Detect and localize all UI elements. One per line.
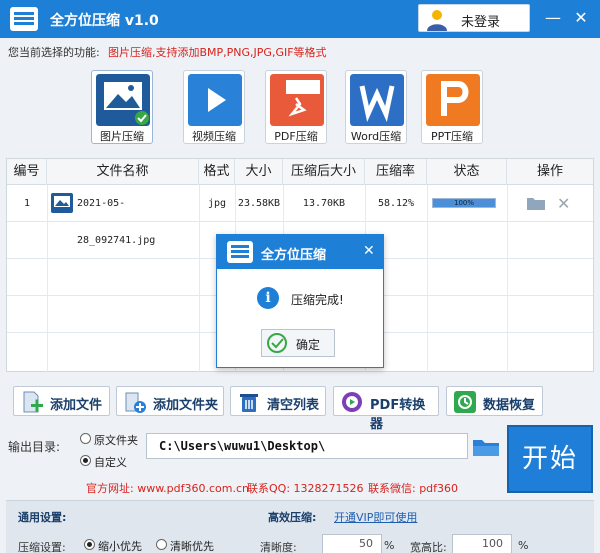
aspect-input[interactable]: 100 bbox=[452, 534, 512, 553]
header-index: 编号 bbox=[7, 159, 47, 185]
word-file-icon bbox=[350, 74, 404, 126]
delete-icon[interactable]: ✕ bbox=[557, 185, 570, 222]
radio-clarity-first[interactable] bbox=[156, 539, 167, 550]
add-folder-button[interactable]: 添加文件夹 bbox=[116, 386, 224, 416]
tile-video-compress[interactable]: 视频压缩 bbox=[183, 70, 245, 144]
header-ratio: 压缩率 bbox=[365, 159, 427, 185]
tile-label: Word压缩 bbox=[350, 130, 402, 143]
website-info: 官方网址: www.pdf360.com.cn bbox=[86, 482, 250, 495]
checkmark-icon bbox=[267, 333, 287, 353]
radio-original-folder[interactable] bbox=[80, 433, 91, 444]
start-button[interactable]: 开始 bbox=[507, 425, 593, 493]
cell-index: 1 bbox=[23, 198, 31, 209]
progress-bar: 100% bbox=[432, 198, 496, 208]
compress-setting-label: 压缩设置: bbox=[18, 541, 66, 553]
minimize-icon[interactable]: — bbox=[543, 8, 563, 28]
radio-size-first-label: 缩小优先 bbox=[98, 540, 142, 553]
radio-original-folder-label: 原文件夹 bbox=[94, 434, 138, 447]
add-folder-label: 添加文件夹 bbox=[153, 398, 219, 413]
tile-image-compress[interactable]: 图片压缩 bbox=[91, 70, 153, 144]
login-button[interactable]: 未登录 bbox=[418, 4, 530, 32]
title-bar: 全方位压缩 v1.0 未登录 — ✕ bbox=[0, 0, 600, 38]
radio-clarity-first-label: 清晰优先 bbox=[170, 540, 214, 553]
close-icon[interactable]: ✕ bbox=[571, 8, 591, 28]
user-avatar-icon bbox=[427, 10, 447, 31]
header-actions: 操作 bbox=[536, 164, 563, 179]
wechat-info: 联系微信: pdf360 bbox=[368, 482, 459, 495]
clear-list-button[interactable]: 清空列表 bbox=[230, 386, 326, 416]
vip-link[interactable]: 开通VIP即可使用 bbox=[334, 509, 417, 525]
tile-ppt-compress[interactable]: PPT压缩 bbox=[421, 70, 483, 144]
aspect-label: 宽高比: bbox=[410, 541, 447, 553]
cell-format: jpg bbox=[207, 198, 227, 209]
pdf-converter-button[interactable]: PDF转换器 bbox=[333, 386, 439, 432]
ppt-file-icon bbox=[426, 74, 480, 126]
function-description: 图片压缩,支持添加BMP,PNG,JPG,GIF等格式 bbox=[108, 46, 327, 59]
clarity-input[interactable]: 50 bbox=[322, 534, 382, 553]
tile-label: 视频压缩 bbox=[192, 130, 236, 143]
table-row[interactable]: 1 2021-05-28_092741.jpg jpg 23.58KB 13.7… bbox=[7, 185, 593, 246]
tile-pdf-compress[interactable]: PDF压缩 bbox=[265, 70, 327, 144]
pdf-converter-label: PDF转换器 bbox=[370, 398, 426, 432]
ok-label: 确定 bbox=[296, 338, 321, 352]
header-status: 状态 bbox=[427, 159, 507, 185]
settings-panel: 通用设置: 高效压缩: 开通VIP即可使用 压缩设置: 缩小优先 清晰优先 清晰… bbox=[6, 500, 594, 553]
table-header: 编号 文件名称 格式 大小 压缩后大小 压缩率 状态 操作 bbox=[7, 159, 593, 185]
pdf-file-icon bbox=[270, 74, 324, 126]
image-icon bbox=[96, 74, 150, 126]
info-icon: i bbox=[257, 287, 279, 309]
dialog-app-icon bbox=[227, 241, 253, 263]
app-logo-icon bbox=[10, 7, 38, 31]
cell-size: 23.58KB bbox=[237, 198, 281, 209]
radio-custom[interactable] bbox=[80, 455, 91, 466]
cell-ratio: 58.12% bbox=[377, 198, 415, 209]
video-play-icon bbox=[188, 74, 242, 126]
function-label: 您当前选择的功能: bbox=[8, 46, 100, 59]
header-size: 大小 bbox=[235, 159, 283, 185]
browse-folder-icon[interactable] bbox=[473, 436, 499, 458]
add-file-label: 添加文件 bbox=[50, 398, 103, 413]
clarity-unit: % bbox=[384, 539, 395, 552]
trash-icon bbox=[240, 394, 258, 412]
dialog-message: 压缩完成! bbox=[291, 293, 344, 307]
add-file-icon bbox=[23, 391, 43, 413]
tile-label: PDF压缩 bbox=[274, 130, 318, 143]
folder-icon[interactable] bbox=[527, 195, 545, 211]
progress-text: 100% bbox=[453, 199, 474, 207]
data-recovery-icon bbox=[454, 391, 476, 413]
image-file-icon bbox=[51, 193, 73, 213]
radio-custom-label: 自定义 bbox=[94, 456, 127, 469]
general-settings-label: 通用设置: bbox=[18, 511, 67, 524]
dialog-title: 全方位压缩 bbox=[261, 248, 327, 263]
efficient-compress-label: 高效压缩: bbox=[268, 511, 317, 524]
qq-info: 联系QQ: 1328271526 bbox=[247, 482, 364, 495]
login-label: 未登录 bbox=[461, 15, 501, 30]
radio-size-first[interactable] bbox=[84, 539, 95, 550]
tile-label: 图片压缩 bbox=[100, 130, 144, 143]
data-recovery-label: 数据恢复 bbox=[483, 398, 536, 413]
add-folder-icon bbox=[125, 392, 146, 413]
aspect-unit: % bbox=[518, 539, 529, 552]
pdf-converter-icon bbox=[342, 392, 362, 412]
compress-complete-dialog: 全方位压缩 ✕ i 压缩完成! 确定 bbox=[216, 234, 384, 368]
header-format: 格式 bbox=[199, 159, 235, 185]
clarity-label: 清晰度: bbox=[260, 541, 297, 553]
output-dir-label: 输出目录: bbox=[8, 440, 61, 454]
clear-list-label: 清空列表 bbox=[267, 398, 320, 413]
cell-filename: 2021-05-28_092741.jpg bbox=[77, 198, 156, 246]
cell-compressed-size: 13.70KB bbox=[302, 198, 346, 209]
output-path-input[interactable]: C:\Users\wuwu1\Desktop\ bbox=[146, 433, 468, 459]
add-file-button[interactable]: 添加文件 bbox=[13, 386, 110, 416]
dialog-close-icon[interactable]: ✕ bbox=[363, 243, 375, 259]
app-title: 全方位压缩 v1.0 bbox=[50, 13, 159, 29]
ok-button[interactable]: 确定 bbox=[261, 329, 335, 357]
data-recovery-button[interactable]: 数据恢复 bbox=[446, 386, 543, 416]
tile-label: PPT压缩 bbox=[431, 130, 473, 143]
dialog-title-bar: 全方位压缩 ✕ bbox=[217, 235, 383, 269]
header-filename: 文件名称 bbox=[47, 159, 199, 185]
header-compressed-size: 压缩后大小 bbox=[283, 159, 365, 185]
tile-word-compress[interactable]: Word压缩 bbox=[345, 70, 407, 144]
